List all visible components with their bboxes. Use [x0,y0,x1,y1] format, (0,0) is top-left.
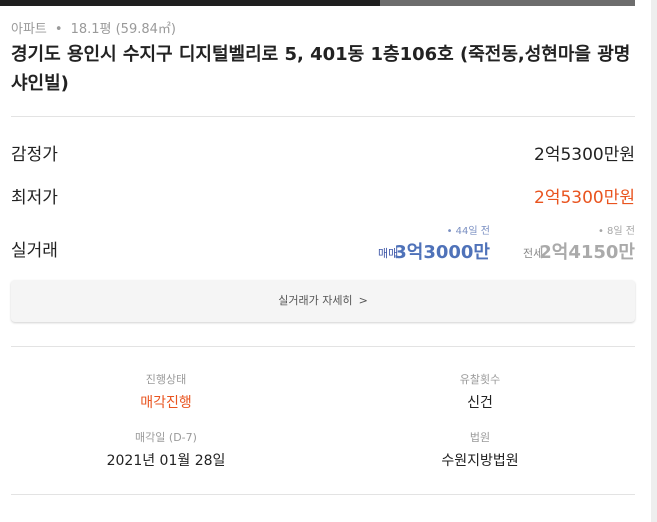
cover-photo-strip [0,0,635,6]
scrollbar-track[interactable] [651,0,657,522]
appraisal-label: 감정가 [11,145,58,165]
status-label: 진행상태 [145,373,187,386]
minimum-price-row: 최저가 2억5300만원 [11,183,635,213]
actual-trade-detail-button[interactable]: 실거래가 자세히 > [11,280,635,322]
appraisal-row: 감정가 2억5300만원 [11,140,635,170]
status-value: 매각진행 [140,395,192,411]
chevron-right-icon: > [358,294,368,307]
appraisal-value: 2억5300만원 [534,145,635,165]
detail-button-label: 실거래가 자세히 [278,294,353,307]
court-label: 법원 [469,431,491,444]
sale-date-label: 매각일 (D-7) [135,431,197,444]
divider [11,346,635,347]
jeonse-days-ago: • 8일 전 [597,226,635,237]
sale-date-info: 매각일 (D-7) 2021년 01월 28일 [16,430,316,472]
failed-bids-value: 신건 [467,395,493,411]
court-info: 법원 수원지방법원 [330,430,630,472]
failed-bids-info: 유찰횟수 신건 [330,372,630,414]
minimum-price-value: 2억5300만원 [534,188,635,208]
minimum-price-label: 최저가 [11,188,58,208]
divider [11,494,635,495]
sale-trade: • 44일 전 매매 3억3000만 [372,222,490,264]
listing-meta: 아파트 • 18.1평 (59.84㎡) [11,18,176,37]
status-info: 진행상태 매각진행 [16,372,316,414]
actual-trade-label: 실거래 [11,241,58,261]
cover-photo-right [380,0,635,6]
court-value: 수원지방법원 [441,453,519,469]
cover-photo-left [0,0,380,6]
jeonse-trade: • 8일 전 전세 2억4150만 [517,222,635,264]
listing-address: 경기도 용인시 수지구 디지털벨리로 5, 401동 1층106호 (죽전동,성… [11,44,631,94]
failed-bids-label: 유찰횟수 [459,373,501,386]
sale-days-ago: • 44일 전 [446,226,490,237]
property-type: 아파트 [11,22,47,37]
sale-date-value: 2021년 01월 28일 [106,453,226,469]
divider [11,116,635,117]
area: 18.1평 (59.84㎡) [70,22,176,37]
jeonse-amount: 2억4150만 [539,242,635,263]
sale-amount: 3억3000만 [394,242,490,263]
meta-separator: • [54,22,63,37]
